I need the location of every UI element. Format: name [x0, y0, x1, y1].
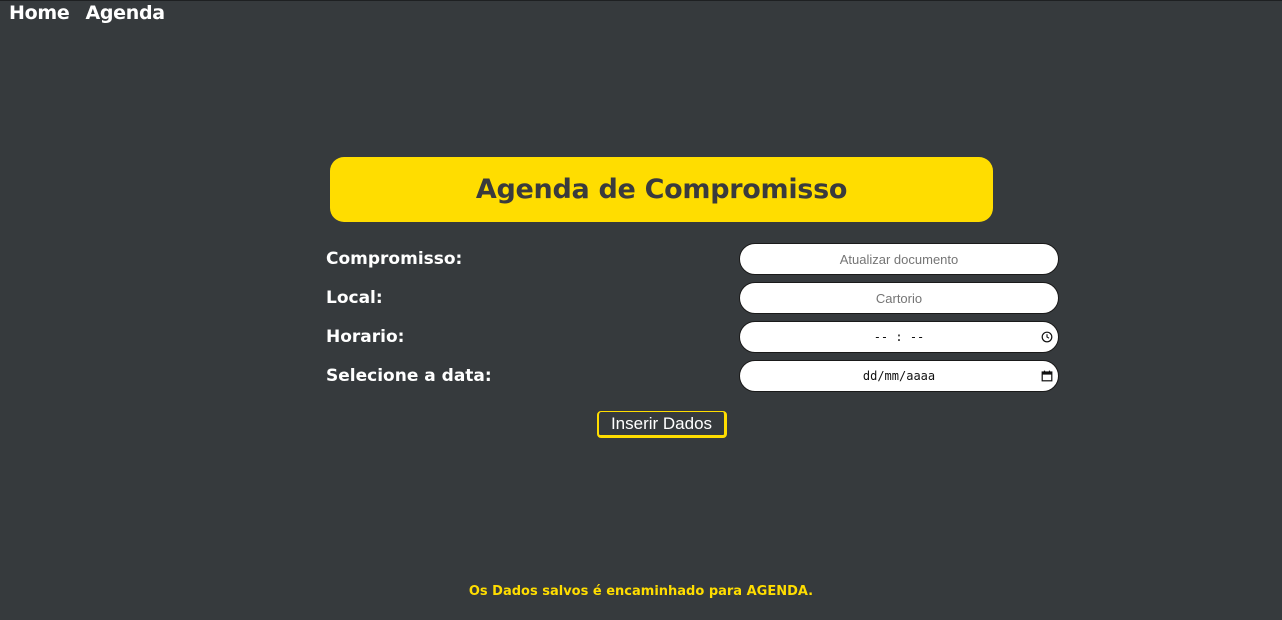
compromisso-input[interactable] [739, 243, 1059, 275]
footer-note: Os Dados salvos é encaminhado para AGEND… [468, 584, 814, 599]
local-label: Local: [326, 288, 383, 308]
data-label: Selecione a data: [326, 366, 492, 386]
time-input-value: -- : -- [873, 330, 925, 344]
top-nav: Home Agenda [9, 2, 165, 24]
form-row-data: Selecione a data: dd/mm/aaaa [326, 360, 1059, 392]
form-row-local: Local: [326, 282, 1059, 314]
calendar-icon[interactable] [1040, 369, 1054, 383]
title-banner: Agenda de Compromisso [330, 157, 993, 222]
form-row-horario: Horario: -- : -- [326, 321, 1059, 353]
local-input[interactable] [739, 282, 1059, 314]
nav-link-agenda[interactable]: Agenda [85, 2, 165, 24]
date-input-value: dd/mm/aaaa [862, 369, 936, 383]
page-title: Agenda de Compromisso [475, 174, 848, 205]
date-input[interactable]: dd/mm/aaaa [739, 360, 1059, 392]
form-row-compromisso: Compromisso: [326, 243, 1059, 275]
time-input[interactable]: -- : -- [739, 321, 1059, 353]
clock-icon[interactable] [1040, 330, 1054, 344]
submit-button[interactable]: Inserir Dados [597, 411, 727, 438]
compromisso-label: Compromisso: [326, 249, 463, 269]
horario-label: Horario: [326, 327, 405, 347]
nav-link-home[interactable]: Home [9, 2, 70, 24]
